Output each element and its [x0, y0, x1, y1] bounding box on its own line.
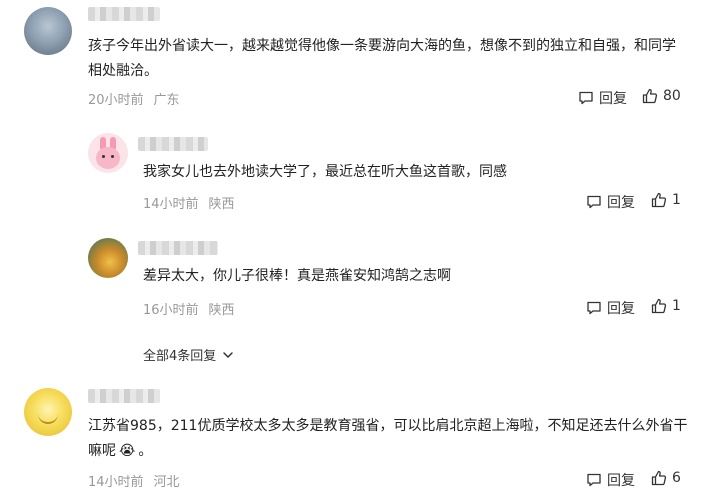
comment-text-tail: 。	[138, 443, 153, 459]
reply-label: 回复	[607, 195, 635, 211]
reply-label: 回复	[607, 473, 635, 489]
like-button[interactable]: 80	[642, 88, 681, 104]
like-button[interactable]: 6	[651, 470, 681, 486]
comment-location: 陕西	[208, 303, 235, 318]
avatar[interactable]	[24, 7, 72, 55]
reply-button[interactable]: 回复	[578, 88, 627, 108]
avatar[interactable]	[88, 133, 128, 173]
comment-text: 差异太大，你儿子很棒！真是燕雀安知鸿鹄之志啊	[143, 268, 451, 284]
username-blurred[interactable]	[88, 389, 160, 403]
comment-time: 14小时前	[88, 475, 144, 490]
like-button[interactable]: 1	[651, 298, 681, 314]
thumbs-up-icon	[651, 192, 667, 208]
like-count: 1	[672, 192, 681, 208]
comment-text: 江苏省985，211优质学校太多太多是教育强省，可以比肩北京超上海啦，不知足还去…	[88, 414, 688, 464]
avatar[interactable]	[88, 238, 128, 278]
expand-replies-button[interactable]: 全部4条回复	[143, 345, 235, 364]
username-blurred[interactable]	[138, 241, 218, 255]
comment-meta: 16小时前 陕西	[143, 299, 245, 318]
comment-bubble-icon	[587, 473, 601, 487]
comment-text: 孩子今年出外省读大一，越来越觉得他像一条要游向大海的鱼，想像不到的独立和自强，和…	[88, 38, 676, 79]
expand-replies-label: 全部4条回复	[143, 349, 217, 364]
comment-bubble-icon	[587, 195, 601, 209]
thumbs-up-icon	[642, 88, 658, 104]
thumbs-up-icon	[651, 298, 667, 314]
like-count: 6	[672, 470, 681, 486]
chevron-down-icon	[223, 351, 234, 358]
comment-bubble-icon	[587, 301, 601, 315]
like-count: 80	[663, 88, 681, 104]
comment-location: 广东	[153, 93, 180, 108]
comment-meta: 20小时前 广东	[88, 89, 190, 108]
thumbs-up-icon	[651, 470, 667, 486]
username-blurred[interactable]	[88, 7, 160, 21]
comment-text-body: 江苏省985，211优质学校太多太多是教育强省，可以比肩北京超上海啦，不知足还去…	[88, 418, 688, 459]
reply-button[interactable]: 回复	[586, 470, 635, 490]
username-blurred[interactable]	[138, 137, 208, 151]
reply-button[interactable]: 回复	[586, 192, 635, 212]
comment-meta: 14小时前 河北	[88, 471, 190, 490]
avatar[interactable]	[24, 388, 72, 436]
comment-text: 我家女儿也去外地读大学了，最近总在听大鱼这首歌，同感	[143, 164, 507, 180]
reply-button[interactable]: 回复	[586, 298, 635, 318]
reply-label: 回复	[599, 91, 627, 107]
comment-meta: 14小时前 陕西	[143, 193, 245, 212]
comment-time: 16小时前	[143, 303, 199, 318]
like-button[interactable]: 1	[651, 192, 681, 208]
crying-emoji: 😭	[119, 443, 136, 459]
comment-time: 14小时前	[143, 197, 199, 212]
comment-location: 河北	[153, 475, 180, 490]
comment-bubble-icon	[579, 91, 593, 105]
like-count: 1	[672, 298, 681, 314]
comment-location: 陕西	[208, 197, 235, 212]
comment-time: 20小时前	[88, 93, 144, 108]
reply-label: 回复	[607, 301, 635, 317]
